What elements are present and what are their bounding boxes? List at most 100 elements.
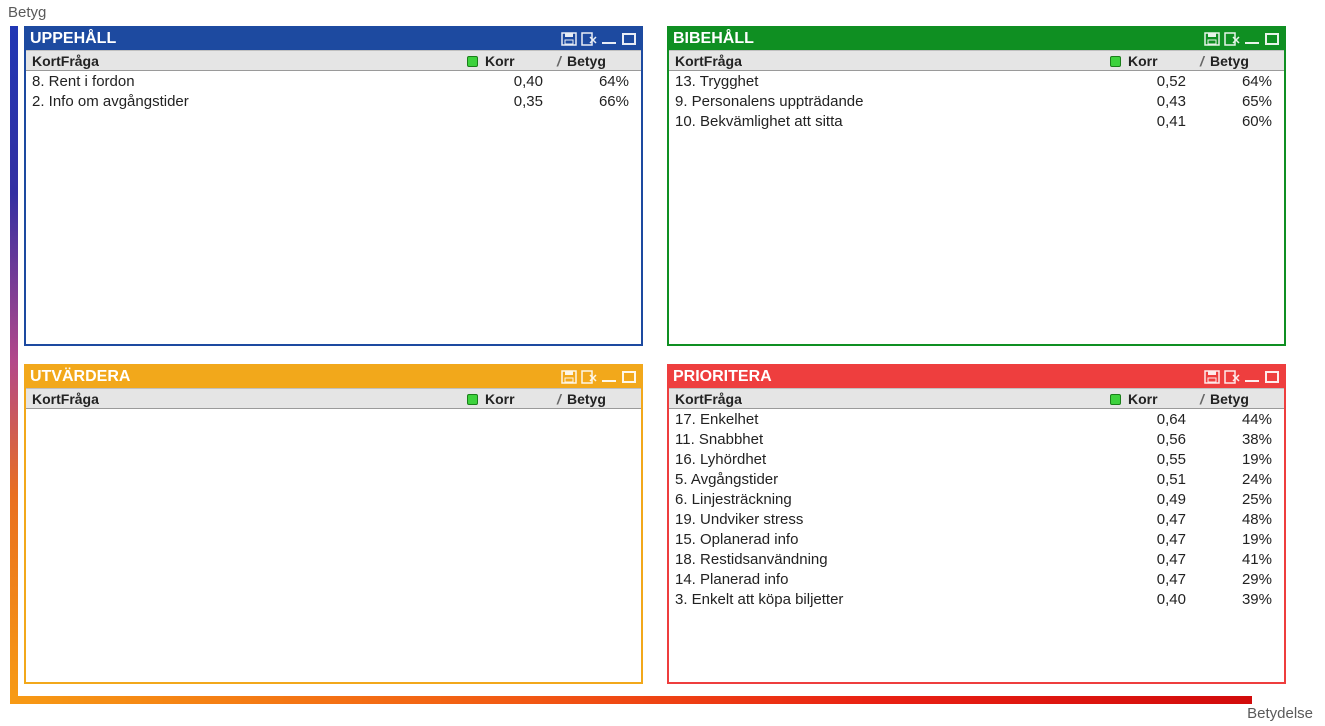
table-row[interactable]: 5. Avgångstider0,5124% [675,470,1278,490]
cell-betyg: 64% [563,72,635,92]
cell-question: 14. Planerad info [675,570,1126,590]
cell-korr: 0,41 [1126,112,1206,132]
panel-title-utvardera: UTVÄRDERA [30,368,130,386]
cell-question: 17. Enkelhet [675,410,1126,430]
rows-prioritera: 17. Enkelhet0,6444%11. Snabbhet0,5638%16… [669,409,1284,682]
maximize-icon[interactable] [1264,32,1280,46]
cell-korr: 0,47 [1126,530,1206,550]
panel-bibehall: BIBEHÅLL KortFråga Korr / Betyg [667,26,1286,346]
cell-korr: 0,40 [1126,590,1206,610]
column-header: KortFråga Korr / Betyg [26,50,641,71]
cell-korr: 0,40 [483,72,563,92]
minimize-icon[interactable] [1244,370,1260,384]
rows-bibehall: 13. Trygghet0,5264%9. Personalens uppträ… [669,71,1284,344]
table-row[interactable]: 19. Undviker stress0,4748% [675,510,1278,530]
cell-question: 13. Trygghet [675,72,1126,92]
col-korr[interactable]: Korr [481,391,553,407]
col-korr[interactable]: Korr [481,53,553,69]
col-question[interactable]: KortFråga [675,391,1106,407]
table-row[interactable]: 16. Lyhördhet0,5519% [675,450,1278,470]
cell-question: 5. Avgångstider [675,470,1126,490]
panel-header-utvardera: UTVÄRDERA [26,366,641,388]
cell-betyg: 65% [1206,92,1278,112]
cell-question: 11. Snabbhet [675,430,1126,450]
panel-uppehall: UPPEHÅLL KortFråga Korr / Betyg [24,26,643,346]
minimize-icon[interactable] [601,32,617,46]
cell-korr: 0,49 [1126,490,1206,510]
panels-grid: UPPEHÅLL KortFråga Korr / Betyg [24,26,1302,696]
col-korr[interactable]: Korr [1124,53,1196,69]
maximize-icon[interactable] [1264,370,1280,384]
cell-korr: 0,51 [1126,470,1206,490]
y-axis-label: Betyg [8,4,46,21]
cell-question: 19. Undviker stress [675,510,1126,530]
export-icon[interactable] [581,370,597,384]
cell-korr: 0,64 [1126,410,1206,430]
col-question[interactable]: KortFråga [32,391,463,407]
cell-betyg: 19% [1206,450,1278,470]
cell-question: 18. Restidsanvändning [675,550,1126,570]
table-row[interactable]: 15. Oplanerad info0,4719% [675,530,1278,550]
column-header: KortFråga Korr / Betyg [669,388,1284,409]
table-row[interactable]: 6. Linjesträckning0,4925% [675,490,1278,510]
column-header: KortFråga Korr / Betyg [26,388,641,409]
cell-betyg: 25% [1206,490,1278,510]
cell-question: 8. Rent i fordon [32,72,483,92]
col-betyg[interactable]: Betyg [1208,53,1278,69]
col-question[interactable]: KortFråga [32,53,463,69]
cell-korr: 0,47 [1126,570,1206,590]
table-row[interactable]: 11. Snabbhet0,5638% [675,430,1278,450]
export-icon[interactable] [581,32,597,46]
table-row[interactable]: 3. Enkelt att köpa biljetter0,4039% [675,590,1278,610]
cell-betyg: 24% [1206,470,1278,490]
indicator-icon [1106,391,1124,407]
table-row[interactable]: 13. Trygghet0,5264% [675,72,1278,92]
cell-question: 3. Enkelt att köpa biljetter [675,590,1126,610]
indicator-icon [463,53,481,69]
col-betyg[interactable]: Betyg [565,53,635,69]
col-sep: / [1196,53,1208,69]
table-row[interactable]: 14. Planerad info0,4729% [675,570,1278,590]
cell-korr: 0,47 [1126,510,1206,530]
save-icon[interactable] [561,370,577,384]
export-icon[interactable] [1224,32,1240,46]
col-betyg[interactable]: Betyg [565,391,635,407]
table-row[interactable]: 2. Info om avgångstider0,3566% [32,92,635,112]
quadrant-container: Betyg UPPEHÅLL KortFråga [0,0,1325,726]
save-icon[interactable] [1204,370,1220,384]
export-icon[interactable] [1224,370,1240,384]
table-row[interactable]: 18. Restidsanvändning0,4741% [675,550,1278,570]
panel-utvardera: UTVÄRDERA KortFråga Korr / Betyg [24,364,643,684]
cell-betyg: 19% [1206,530,1278,550]
save-icon[interactable] [1204,32,1220,46]
col-korr[interactable]: Korr [1124,391,1196,407]
panel-tools [561,32,637,46]
cell-korr: 0,52 [1126,72,1206,92]
save-icon[interactable] [561,32,577,46]
minimize-icon[interactable] [601,370,617,384]
col-question[interactable]: KortFråga [675,53,1106,69]
column-header: KortFråga Korr / Betyg [669,50,1284,71]
table-row[interactable]: 8. Rent i fordon0,4064% [32,72,635,92]
panel-title-uppehall: UPPEHÅLL [30,30,116,48]
panel-tools [1204,32,1280,46]
table-row[interactable]: 10. Bekvämlighet att sitta0,4160% [675,112,1278,132]
minimize-icon[interactable] [1244,32,1260,46]
cell-betyg: 48% [1206,510,1278,530]
cell-question: 2. Info om avgångstider [32,92,483,112]
panel-prioritera: PRIORITERA KortFråga Korr / Betyg [667,364,1286,684]
cell-question: 10. Bekvämlighet att sitta [675,112,1126,132]
table-row[interactable]: 17. Enkelhet0,6444% [675,410,1278,430]
panel-header-bibehall: BIBEHÅLL [669,28,1284,50]
cell-korr: 0,47 [1126,550,1206,570]
cell-korr: 0,43 [1126,92,1206,112]
cell-korr: 0,35 [483,92,563,112]
maximize-icon[interactable] [621,32,637,46]
maximize-icon[interactable] [621,370,637,384]
cell-question: 15. Oplanerad info [675,530,1126,550]
table-row[interactable]: 9. Personalens uppträdande0,4365% [675,92,1278,112]
cell-betyg: 60% [1206,112,1278,132]
cell-question: 9. Personalens uppträdande [675,92,1126,112]
cell-betyg: 39% [1206,590,1278,610]
col-betyg[interactable]: Betyg [1208,391,1278,407]
